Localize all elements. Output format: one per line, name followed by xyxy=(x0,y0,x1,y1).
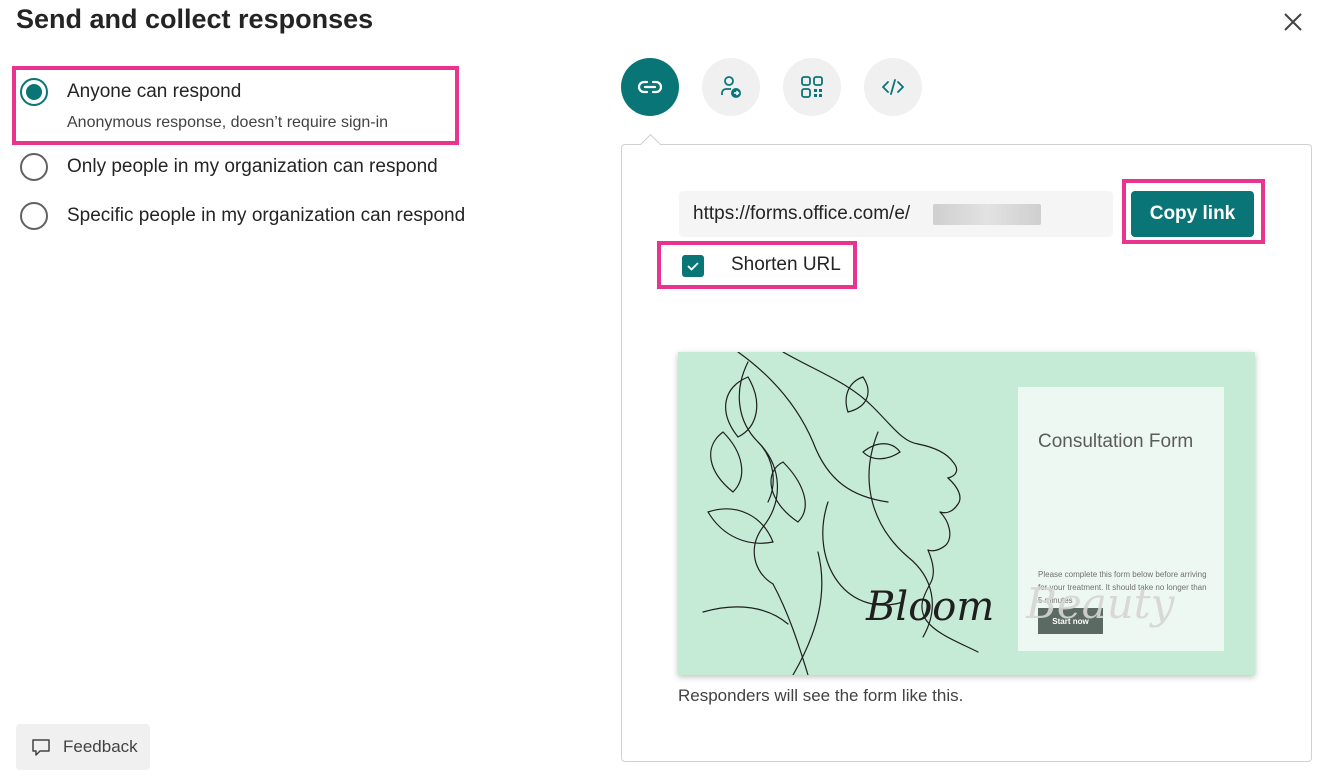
radio-organization[interactable] xyxy=(20,153,48,181)
preview-script-overlay: Beauty xyxy=(1025,579,1176,628)
option-anyone-sublabel: Anonymous response, doesn’t require sign… xyxy=(67,114,389,131)
tab-qr-code[interactable] xyxy=(783,58,841,116)
option-organization-label: Only people in my organization can respo… xyxy=(67,156,438,177)
copy-link-button[interactable]: Copy link xyxy=(1131,191,1254,237)
radio-anyone[interactable] xyxy=(20,78,48,106)
url-field[interactable]: https://forms.office.com/e/ xyxy=(679,191,1113,237)
shorten-url-label[interactable]: Shorten URL xyxy=(731,254,841,276)
preview-script-bloom: Bloom xyxy=(865,584,994,630)
url-redacted xyxy=(933,204,1041,225)
tab-link[interactable] xyxy=(621,58,679,116)
share-people-icon xyxy=(721,76,741,98)
comment-icon xyxy=(32,739,50,756)
qr-code-icon xyxy=(801,76,823,98)
url-text: https://forms.office.com/e/ xyxy=(693,203,911,224)
tab-share-people[interactable] xyxy=(702,58,760,116)
close-icon[interactable] xyxy=(1279,8,1307,36)
preview-script-beauty: Beauty xyxy=(1025,579,1176,628)
highlight-anyone xyxy=(12,66,459,145)
feedback-label: Feedback xyxy=(63,737,138,756)
option-specific-people-label: Specific people in my organization can r… xyxy=(67,205,466,226)
dialog-title: Send and collect responses xyxy=(16,4,374,34)
preview-form-title: Consultation Form xyxy=(1038,431,1194,452)
radio-specific-people[interactable] xyxy=(20,202,48,230)
feedback-button[interactable]: Feedback xyxy=(16,724,150,770)
link-icon xyxy=(637,80,663,94)
checkmark-icon xyxy=(687,262,699,271)
form-preview: Bloom Consultation Form Please complete … xyxy=(678,352,1255,675)
embed-code-icon xyxy=(882,79,904,95)
option-anyone-label: Anyone can respond xyxy=(67,81,242,102)
preview-hint: Responders will see the form like this. xyxy=(678,686,964,705)
shorten-url-checkbox[interactable] xyxy=(682,255,704,277)
tab-embed[interactable] xyxy=(864,58,922,116)
